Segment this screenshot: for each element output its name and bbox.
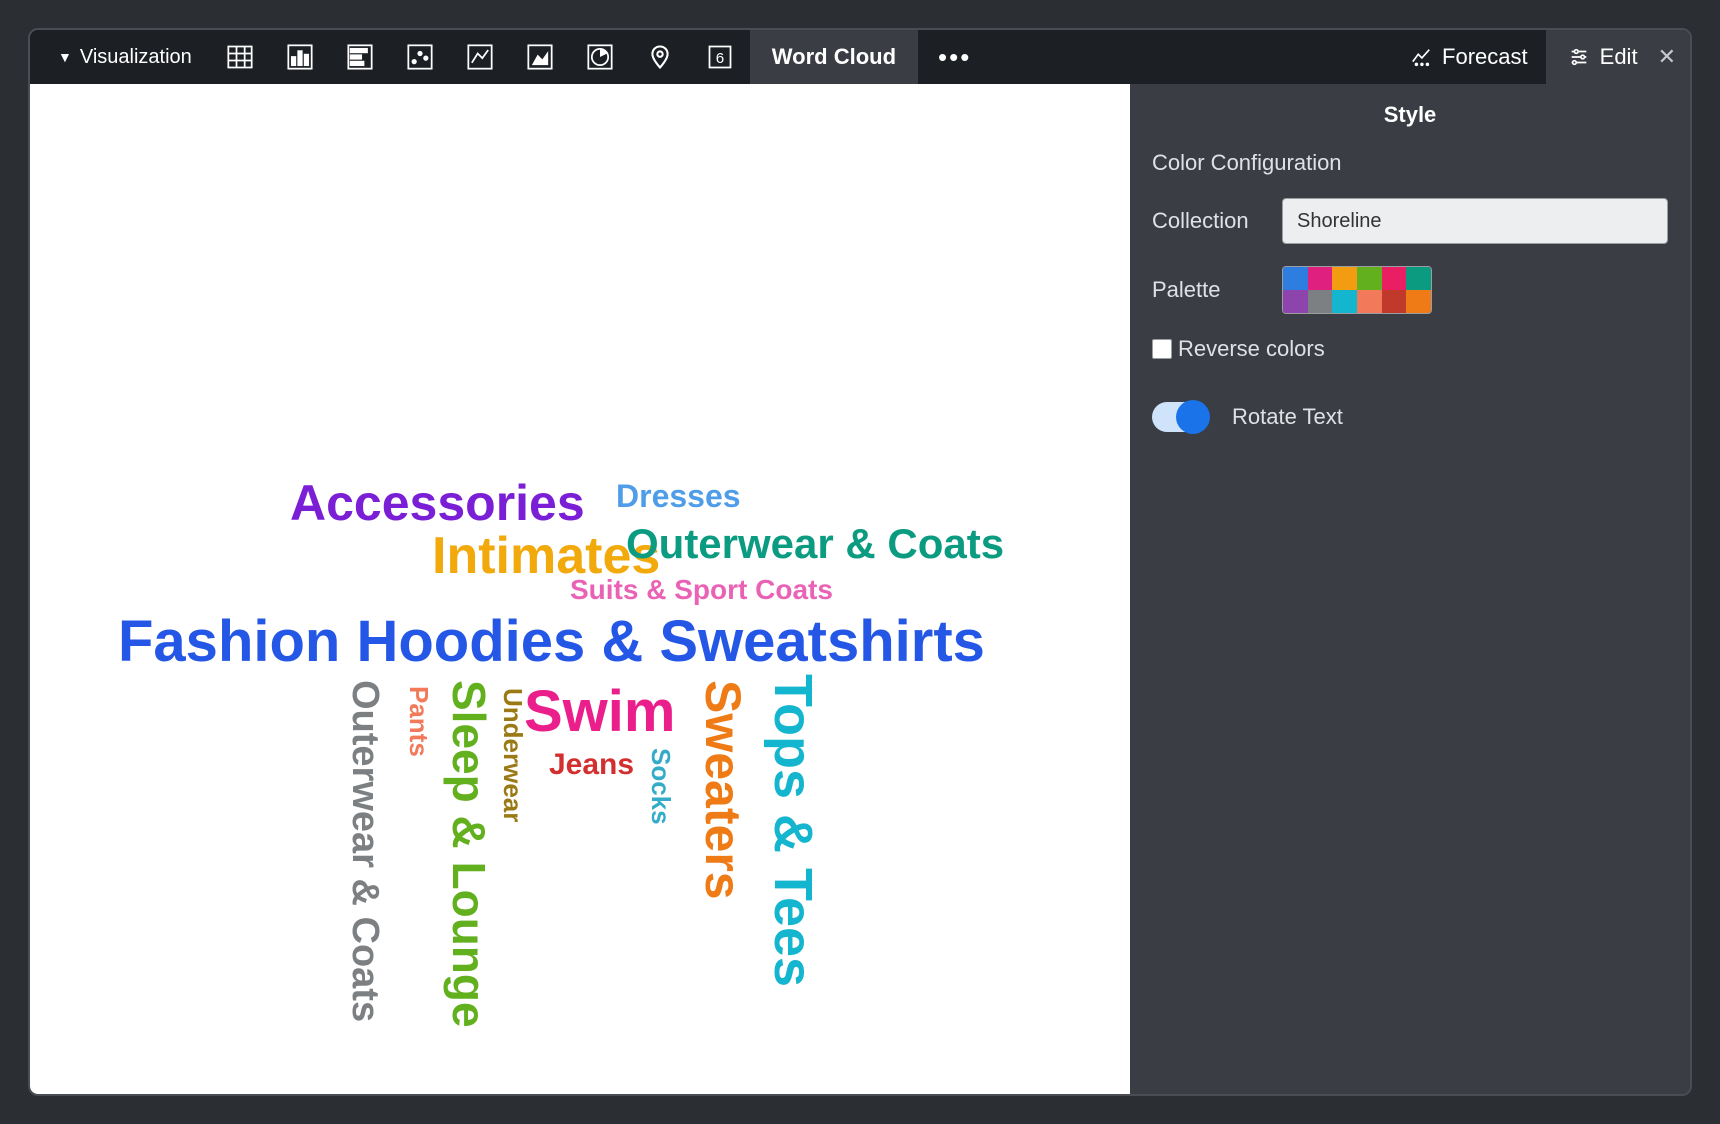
palette-selector[interactable] (1282, 266, 1432, 314)
svg-text:6: 6 (716, 50, 724, 67)
word-fashion-hoodies: Fashion Hoodies & Sweatshirts (118, 608, 985, 675)
rotate-text-toggle[interactable] (1152, 402, 1208, 432)
word-socks: Socks (645, 748, 676, 825)
word-cloud-tab-label: Word Cloud (772, 44, 896, 70)
word-accessories: Accessories (290, 474, 585, 532)
visualization-toolbar: ▼ Visualization (30, 30, 1690, 84)
forecast-label: Forecast (1442, 44, 1528, 70)
word-tops-tees: Tops & Tees (762, 674, 824, 987)
visualization-dropdown-button[interactable]: ▼ Visualization (30, 30, 210, 84)
line-chart-icon[interactable] (450, 30, 510, 84)
edit-label: Edit (1600, 44, 1638, 70)
app-frame: ▼ Visualization (28, 28, 1692, 1096)
word-outerwear-coats: Outerwear & Coats (343, 680, 386, 1022)
forecast-icon (1410, 46, 1432, 68)
word-sleep-lounge: Sleep & Lounge (442, 680, 496, 1028)
close-icon[interactable]: ✕ (1658, 44, 1676, 70)
area-chart-icon[interactable] (510, 30, 570, 84)
caret-down-icon: ▼ (58, 49, 72, 65)
table-chart-icon[interactable] (210, 30, 270, 84)
color-configuration-label: Color Configuration (1152, 150, 1668, 176)
main-area: Accessories Dresses Intimates Outerwear … (30, 84, 1690, 1094)
bar-chart-icon[interactable] (330, 30, 390, 84)
word-cloud-canvas: Accessories Dresses Intimates Outerwear … (30, 84, 1130, 1094)
word-jeans: Jeans (549, 748, 634, 782)
reverse-colors-label: Reverse colors (1178, 336, 1325, 362)
style-panel-header: Style (1130, 84, 1690, 150)
more-visualizations-button[interactable]: ••• (918, 30, 991, 84)
word-dresses: Dresses (616, 478, 741, 515)
word-swim: Swim (524, 678, 676, 745)
word-intimates: Outerwear & Coats (626, 520, 1004, 568)
word-sweaters: Sweaters (694, 680, 752, 900)
column-chart-icon[interactable] (270, 30, 330, 84)
collection-input[interactable] (1282, 198, 1668, 244)
map-chart-icon[interactable] (630, 30, 690, 84)
collection-label: Collection (1152, 208, 1282, 234)
palette-label: Palette (1152, 277, 1282, 303)
word-underwear: Underwear (497, 688, 528, 822)
style-panel: Style Color Configuration Collection Pal… (1130, 84, 1690, 1094)
forecast-button[interactable]: Forecast (1392, 30, 1546, 84)
word-cloud-tab[interactable]: Word Cloud (750, 30, 918, 84)
single-value-chart-icon[interactable]: 6 (690, 30, 750, 84)
pie-chart-icon[interactable] (570, 30, 630, 84)
word-pants: Pants (403, 686, 434, 757)
word-suits-sport-coats: Suits & Sport Coats (570, 574, 833, 606)
rotate-text-label: Rotate Text (1232, 404, 1343, 430)
chart-type-icons: 6 (210, 30, 750, 84)
scatter-chart-icon[interactable] (390, 30, 450, 84)
edit-panel-button[interactable]: Edit ✕ (1546, 30, 1690, 84)
reverse-colors-checkbox[interactable] (1152, 339, 1172, 359)
sliders-icon (1568, 46, 1590, 68)
visualization-label: Visualization (80, 46, 192, 69)
